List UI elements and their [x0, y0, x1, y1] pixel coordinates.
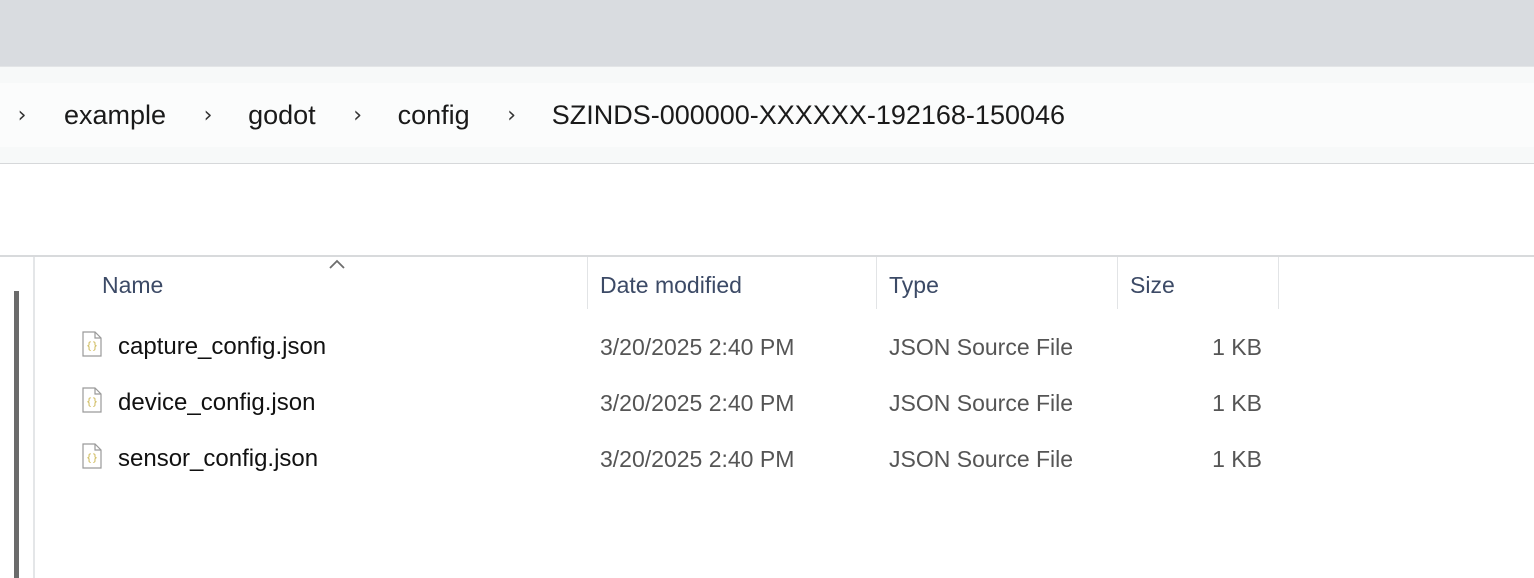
file-list-pane: Name Date modified Type Size {} capture_… [0, 257, 1534, 578]
breadcrumb-item-current-folder[interactable]: SZINDS-000000-XXXXXX-192168-150046 [532, 100, 1087, 131]
window-titlebar [0, 0, 1534, 66]
column-header-date-modified[interactable]: Date modified [600, 257, 874, 309]
file-size: 1 KB [1212, 446, 1262, 472]
file-name[interactable]: sensor_config.json [118, 431, 318, 487]
file-type: JSON Source File [889, 446, 1074, 472]
breadcrumb[interactable]: › example › godot › config › SZINDS-0000… [0, 83, 1534, 147]
file-size: 1 KB [1212, 334, 1262, 360]
file-name[interactable]: capture_config.json [118, 319, 326, 375]
column-divider[interactable] [1278, 257, 1279, 309]
svg-text:{}: {} [86, 397, 98, 408]
file-row[interactable]: {} capture_config.json 3/20/2025 2:40 PM… [0, 319, 1534, 375]
column-divider[interactable] [876, 257, 877, 309]
json-file-icon: {} [82, 387, 102, 413]
svg-text:{}: {} [86, 453, 98, 464]
column-header-type[interactable]: Type [889, 257, 1115, 309]
breadcrumb-item-godot[interactable]: godot [228, 100, 338, 131]
json-file-icon: {} [82, 331, 102, 357]
file-date-modified: 3/20/2025 2:40 PM [600, 334, 795, 360]
column-header-size[interactable]: Size [1130, 257, 1276, 309]
json-file-icon: {} [82, 443, 102, 469]
file-date-modified: 3/20/2025 2:40 PM [600, 390, 795, 416]
breadcrumb-item-config[interactable]: config [378, 100, 492, 131]
command-bar [0, 164, 1534, 257]
svg-text:{}: {} [86, 341, 98, 352]
column-divider[interactable] [587, 257, 588, 309]
column-divider[interactable] [1117, 257, 1118, 309]
chevron-right-icon[interactable]: › [338, 103, 378, 128]
chevron-right-icon[interactable]: › [0, 103, 44, 128]
file-name[interactable]: device_config.json [118, 375, 315, 431]
file-type: JSON Source File [889, 390, 1074, 416]
file-type: JSON Source File [889, 334, 1074, 360]
file-size: 1 KB [1212, 390, 1262, 416]
chevron-right-icon[interactable]: › [492, 103, 532, 128]
breadcrumb-item-example[interactable]: example [44, 100, 188, 131]
chevron-right-icon[interactable]: › [188, 103, 228, 128]
file-row[interactable]: {} sensor_config.json 3/20/2025 2:40 PM … [0, 431, 1534, 487]
address-bar: › example › godot › config › SZINDS-0000… [0, 66, 1534, 164]
file-date-modified: 3/20/2025 2:40 PM [600, 446, 795, 472]
file-row[interactable]: {} device_config.json 3/20/2025 2:40 PM … [0, 375, 1534, 431]
column-header-name[interactable]: Name [102, 257, 586, 309]
